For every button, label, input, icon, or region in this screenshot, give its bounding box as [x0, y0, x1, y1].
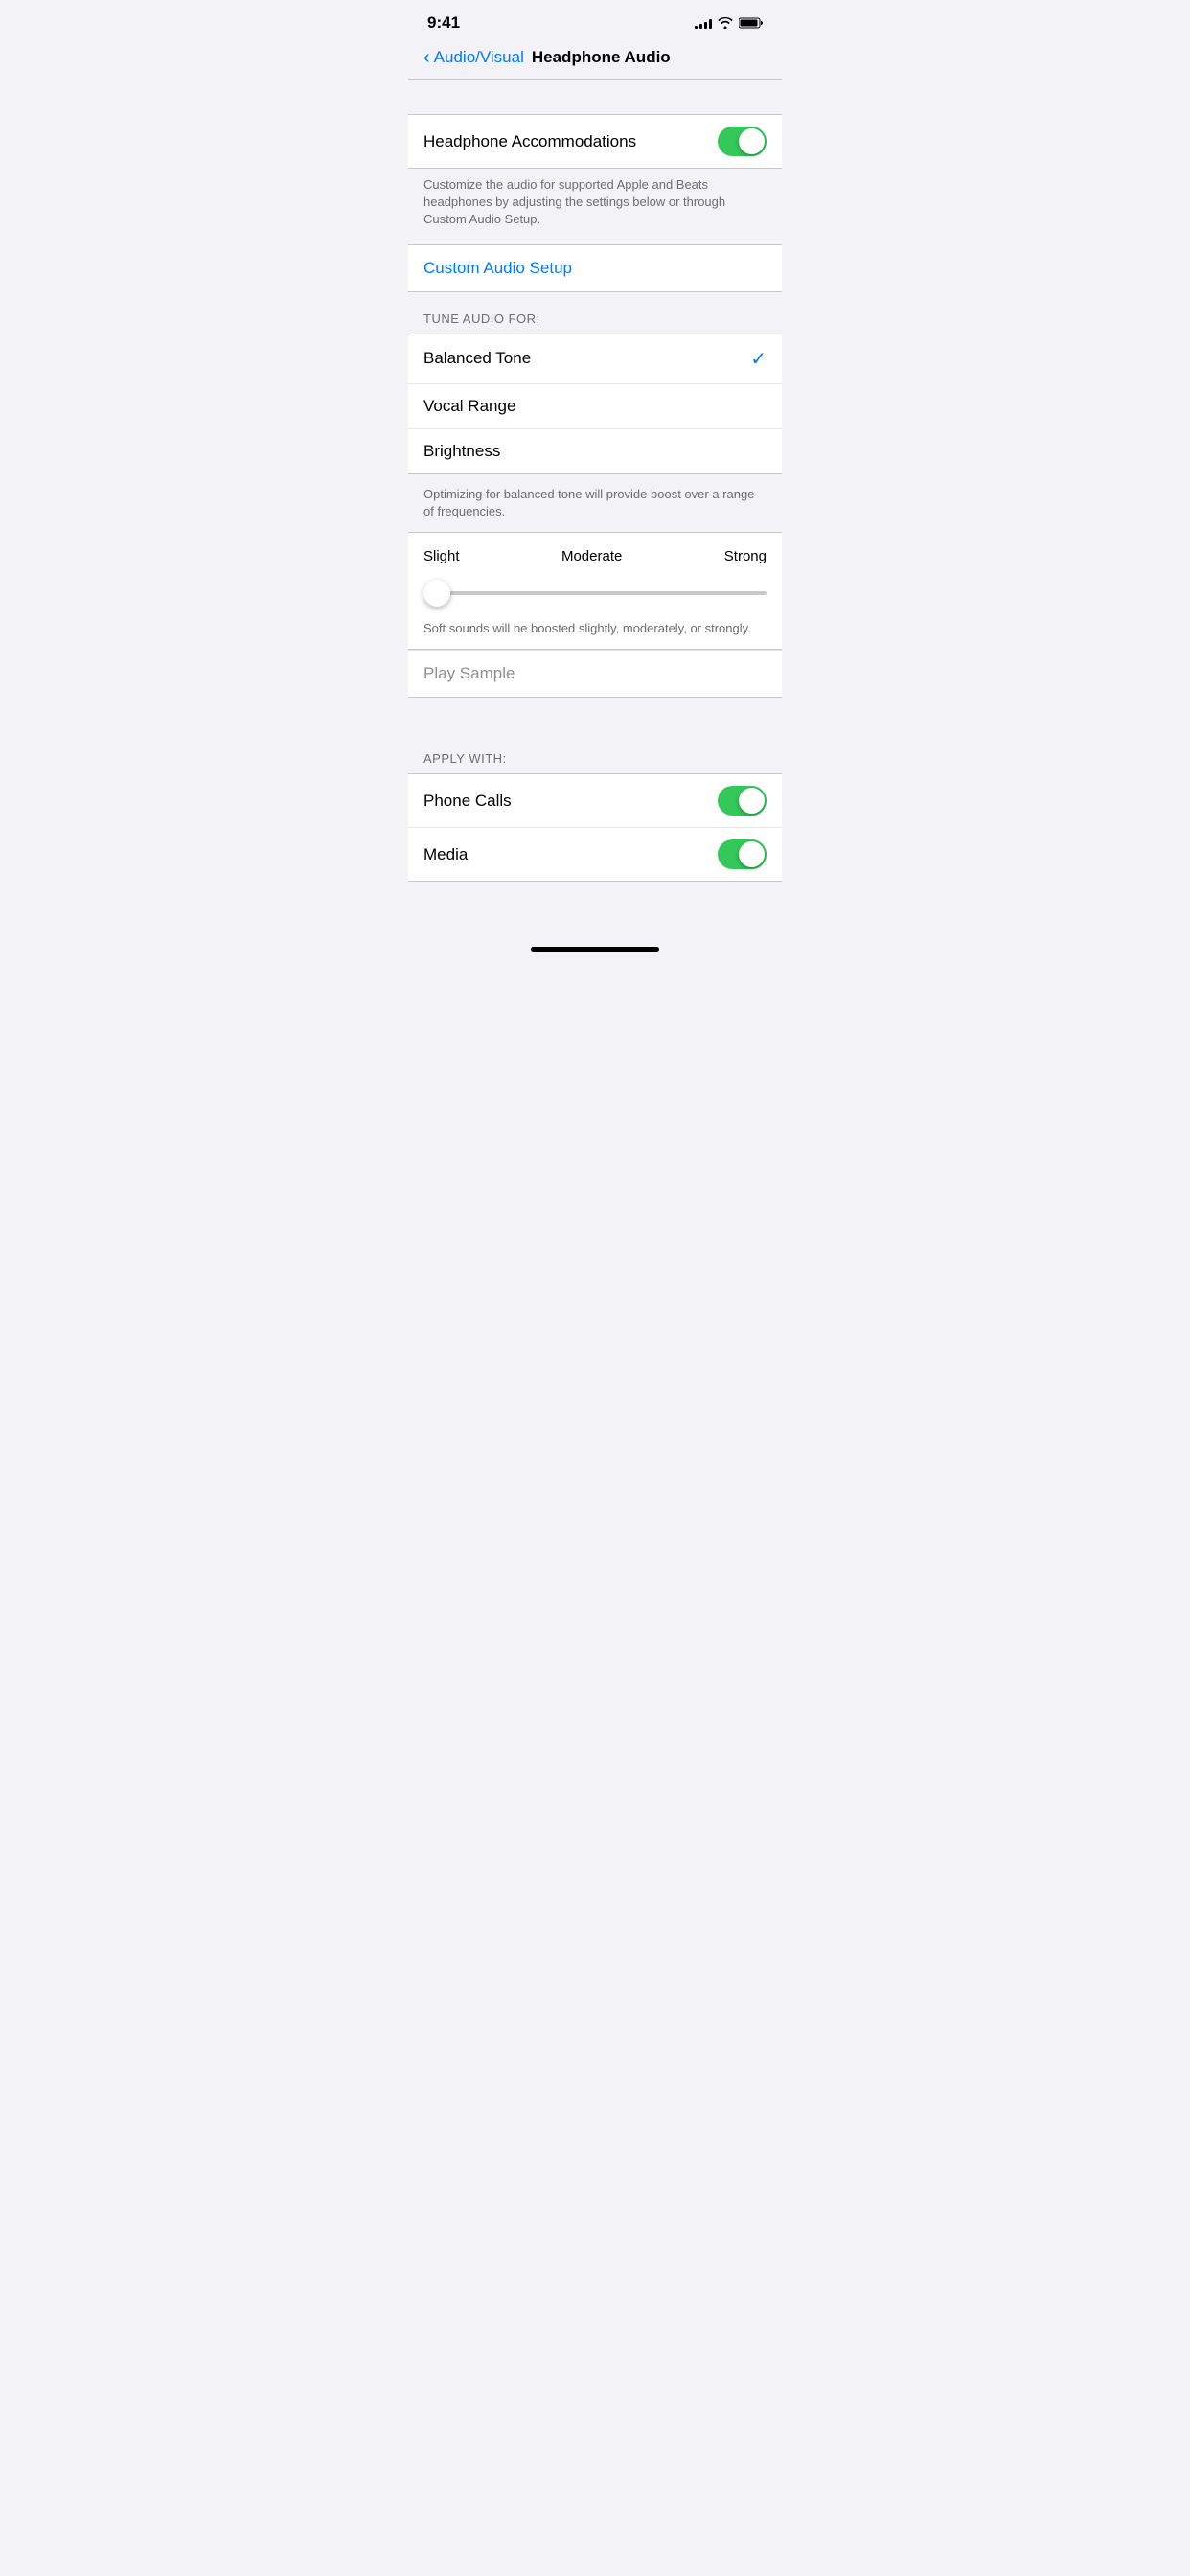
- balanced-tone-option[interactable]: Balanced Tone ✓: [408, 334, 782, 384]
- headphone-accommodations-label: Headphone Accommodations: [423, 132, 636, 151]
- media-label: Media: [423, 845, 468, 864]
- bottom-space: [408, 882, 782, 939]
- section-gap-1: [408, 80, 782, 114]
- play-sample-row[interactable]: Play Sample: [408, 650, 782, 697]
- tune-audio-options: Balanced Tone ✓ Vocal Range Brightness: [408, 334, 782, 473]
- status-time: 9:41: [427, 13, 460, 33]
- signal-bars-icon: [695, 17, 712, 29]
- home-bar: [531, 947, 659, 952]
- slider-thumb[interactable]: [423, 580, 450, 607]
- media-row: Media: [408, 828, 782, 881]
- boost-slider[interactable]: [423, 576, 767, 610]
- custom-audio-setup-row[interactable]: Custom Audio Setup: [408, 245, 782, 291]
- status-icons: [695, 17, 763, 29]
- battery-icon: [739, 17, 763, 29]
- strong-label: Strong: [724, 548, 767, 564]
- headphone-accommodations-row: Headphone Accommodations: [408, 115, 782, 168]
- back-chevron-icon: ‹: [423, 48, 430, 67]
- custom-audio-setup-link[interactable]: Custom Audio Setup: [423, 259, 572, 277]
- phone-calls-knob: [739, 788, 765, 814]
- vocal-range-label: Vocal Range: [423, 397, 515, 416]
- slider-labels: Slight Moderate Strong: [423, 548, 767, 564]
- headphone-accommodations-toggle[interactable]: [718, 126, 767, 156]
- phone-calls-label: Phone Calls: [423, 792, 512, 811]
- optimization-note: Optimizing for balanced tone will provid…: [408, 474, 782, 532]
- balanced-tone-label: Balanced Tone: [423, 349, 531, 368]
- phone-calls-toggle[interactable]: [718, 786, 767, 816]
- nav-title: Headphone Audio: [532, 48, 671, 67]
- section-gap-2: [408, 698, 782, 732]
- media-toggle[interactable]: [718, 840, 767, 869]
- wifi-icon: [718, 17, 733, 29]
- back-label: Audio/Visual: [434, 48, 524, 67]
- slider-track-bg: [423, 591, 767, 595]
- moderate-label: Moderate: [561, 548, 622, 564]
- tune-audio-header: TUNE AUDIO FOR:: [408, 292, 782, 334]
- balanced-tone-checkmark: ✓: [750, 347, 767, 371]
- brightness-label: Brightness: [423, 442, 500, 461]
- boost-slider-section: Slight Moderate Strong Soft sounds will …: [408, 533, 782, 649]
- slight-label: Slight: [423, 548, 460, 564]
- toggle-knob: [739, 128, 765, 154]
- back-button[interactable]: ‹ Audio/Visual: [423, 48, 524, 67]
- brightness-option[interactable]: Brightness: [408, 429, 782, 473]
- media-knob: [739, 841, 765, 867]
- apply-with-header: APPLY WITH:: [408, 732, 782, 773]
- phone-calls-row: Phone Calls: [408, 774, 782, 828]
- play-sample-label[interactable]: Play Sample: [423, 664, 515, 682]
- status-bar: 9:41: [408, 0, 782, 40]
- vocal-range-option[interactable]: Vocal Range: [408, 384, 782, 429]
- nav-bar: ‹ Audio/Visual Headphone Audio: [408, 40, 782, 79]
- slider-description: Soft sounds will be boosted slightly, mo…: [423, 620, 767, 637]
- home-indicator: [408, 939, 782, 963]
- accommodations-description: Customize the audio for supported Apple …: [408, 169, 782, 244]
